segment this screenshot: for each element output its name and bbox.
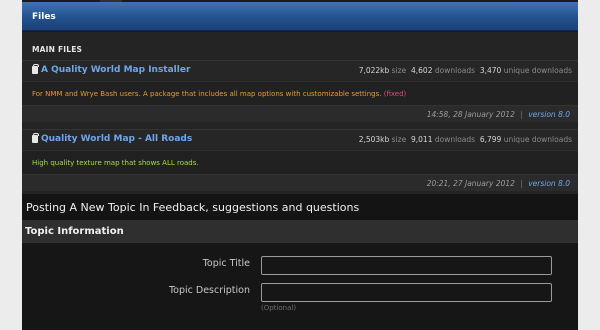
- downloads-value: 9,011: [411, 135, 433, 144]
- posting-header: Posting A New Topic In Feedback, suggest…: [22, 194, 578, 220]
- topic-form: Topic Title Topic Description (Optional): [22, 243, 578, 330]
- file-meta-row: 20:21, 27 January 2012 | version 8.0: [22, 174, 578, 191]
- main-files-panel: MAIN FILES A Quality World Map Installer…: [22, 32, 578, 194]
- file-description: High quality texture map that shows ALL …: [32, 159, 199, 167]
- file-meta: 14:58, 28 January 2012 | version 8.0: [427, 110, 570, 119]
- file-size-label: size: [391, 135, 407, 144]
- downloads-label: downloads: [434, 135, 476, 144]
- file-row: A Quality World Map Installer 7,022kb si…: [22, 60, 578, 80]
- topic-title-label: Topic Title: [202, 258, 250, 269]
- topic-information-header: Topic Information: [22, 220, 578, 243]
- topic-title-input[interactable]: [261, 256, 552, 275]
- file-meta-row: 14:58, 28 January 2012 | version 8.0: [22, 105, 578, 122]
- download-icon: [32, 64, 39, 74]
- file-name-link[interactable]: Quality World Map - All Roads: [41, 134, 192, 144]
- main-files-title: MAIN FILES: [32, 45, 83, 54]
- file-size-value: 7,022kb: [358, 66, 390, 75]
- files-header-title: Files: [32, 12, 56, 22]
- topic-description-label: Topic Description: [168, 285, 250, 296]
- file-description: For NMM and Wrye Bash users. A package t…: [32, 90, 406, 98]
- file-version-link[interactable]: version 8.0: [528, 110, 570, 119]
- download-icon: [32, 133, 39, 143]
- unique-downloads-value: 3,470: [479, 66, 502, 75]
- fixed-tag: (fixed): [383, 90, 407, 98]
- file-description-row: High quality texture map that shows ALL …: [22, 150, 578, 174]
- meta-separator: |: [520, 110, 523, 119]
- downloads-value: 4,602: [411, 66, 433, 75]
- file-date: 14:58, 28 January 2012: [426, 110, 515, 119]
- file-version-link[interactable]: version 8.0: [528, 179, 570, 188]
- file-row: Quality World Map - All Roads 2,503kb si…: [22, 129, 578, 149]
- file-description-row: For NMM and Wrye Bash users. A package t…: [22, 81, 578, 105]
- file-stats: 7,022kb size 4,602 downloads 3,470 uniqu…: [359, 66, 572, 75]
- topic-description-input[interactable]: [261, 283, 552, 302]
- forum-frame: Files MAIN FILES A Quality World Map Ins…: [22, 0, 578, 330]
- file-size-value: 2,503kb: [358, 135, 390, 144]
- file-size-label: size: [391, 66, 407, 75]
- posting-title: Posting A New Topic In Feedback, suggest…: [26, 201, 360, 214]
- unique-downloads-value: 6,799: [479, 135, 502, 144]
- optional-hint: (Optional): [261, 304, 297, 312]
- meta-separator: |: [520, 179, 523, 188]
- files-header: Files: [22, 2, 578, 31]
- file-description-text: For NMM and Wrye Bash users. A package t…: [32, 90, 382, 98]
- unique-downloads-label: unique downloads: [503, 66, 572, 75]
- file-stats: 2,503kb size 9,011 downloads 6,799 uniqu…: [359, 135, 572, 144]
- file-date: 20:21, 27 January 2012: [426, 179, 515, 188]
- file-name-link[interactable]: A Quality World Map Installer: [41, 65, 190, 75]
- topic-information-title: Topic Information: [25, 226, 124, 237]
- file-meta: 20:21, 27 January 2012 | version 8.0: [427, 179, 570, 188]
- downloads-label: downloads: [434, 66, 476, 75]
- unique-downloads-label: unique downloads: [503, 135, 572, 144]
